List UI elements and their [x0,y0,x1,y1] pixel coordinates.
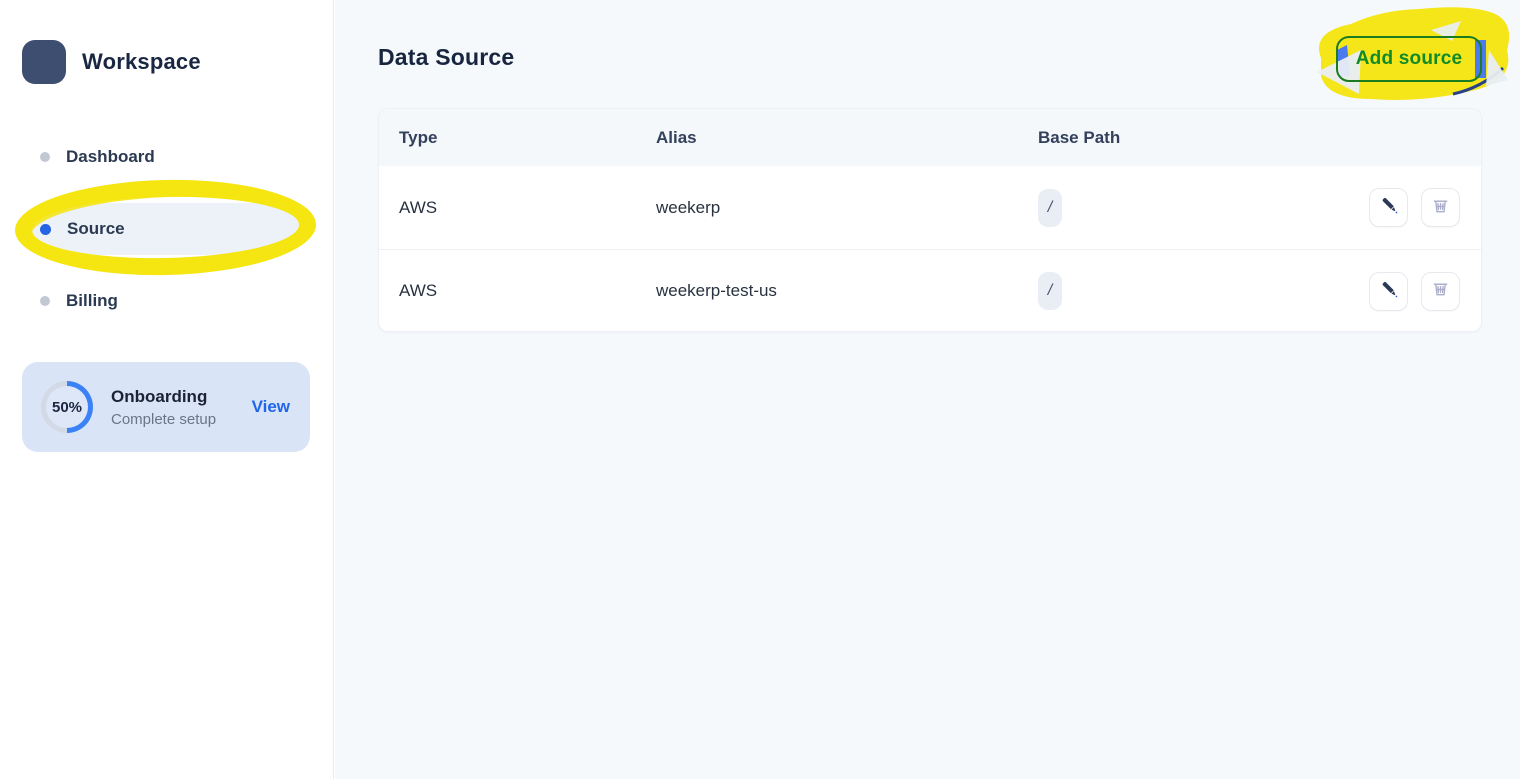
onboarding-title: Onboarding [111,387,216,407]
onboarding-subtitle: Complete setup [111,411,216,428]
column-header-alias: Alias [656,128,1038,148]
workspace-header: Workspace [22,40,201,84]
data-source-table: Type Alias Base Path AWS weekerp / [378,108,1482,332]
cell-type: AWS [379,281,656,301]
base-path-badge: / [1038,189,1062,227]
trash-icon [1431,279,1450,303]
delete-button[interactable] [1421,188,1460,227]
cell-alias: weekerp-test-us [656,281,1038,301]
cell-alias: weekerp [656,198,1038,218]
page-title: Data Source [378,44,514,71]
pencil-icon [1380,196,1398,219]
white-arrow-right [1486,50,1508,86]
source-dot-icon [40,224,51,235]
trash-icon [1431,196,1450,220]
billing-dot-icon [40,296,50,306]
sidebar-item-source[interactable]: Source [28,203,300,255]
base-path-badge: / [1038,272,1062,310]
dashboard-dot-icon [40,152,50,162]
table-header-row: Type Alias Base Path [379,109,1481,166]
main-content: Data Source Add source Type Alias Base P… [335,0,1520,779]
sidebar-item-dashboard[interactable]: Dashboard [28,140,300,174]
onboarding-view-link[interactable]: View [252,397,290,417]
sidebar: Workspace Dashboard Source Billing 50% O… [0,0,334,779]
sidebar-item-label: Source [67,219,125,239]
column-header-type: Type [379,128,656,148]
progress-ring-icon: 50% [41,381,93,433]
workspace-logo [22,40,66,84]
column-header-base-path: Base Path [1038,128,1481,148]
workspace-title: Workspace [82,49,201,75]
onboarding-card: 50% Onboarding Complete setup View [22,362,310,452]
edit-button[interactable] [1369,188,1408,227]
delete-button[interactable] [1421,272,1460,311]
progress-percent: 50% [41,381,93,433]
sidebar-item-billing[interactable]: Billing [28,284,300,318]
edit-button[interactable] [1369,272,1408,311]
table-row: AWS weekerp-test-us / [379,249,1481,332]
cell-type: AWS [379,198,656,218]
table-row: AWS weekerp / [379,166,1481,249]
pencil-icon [1380,280,1398,303]
sidebar-item-label: Dashboard [66,147,155,167]
add-source-button[interactable]: Add source [1336,36,1482,82]
sidebar-item-label: Billing [66,291,118,311]
